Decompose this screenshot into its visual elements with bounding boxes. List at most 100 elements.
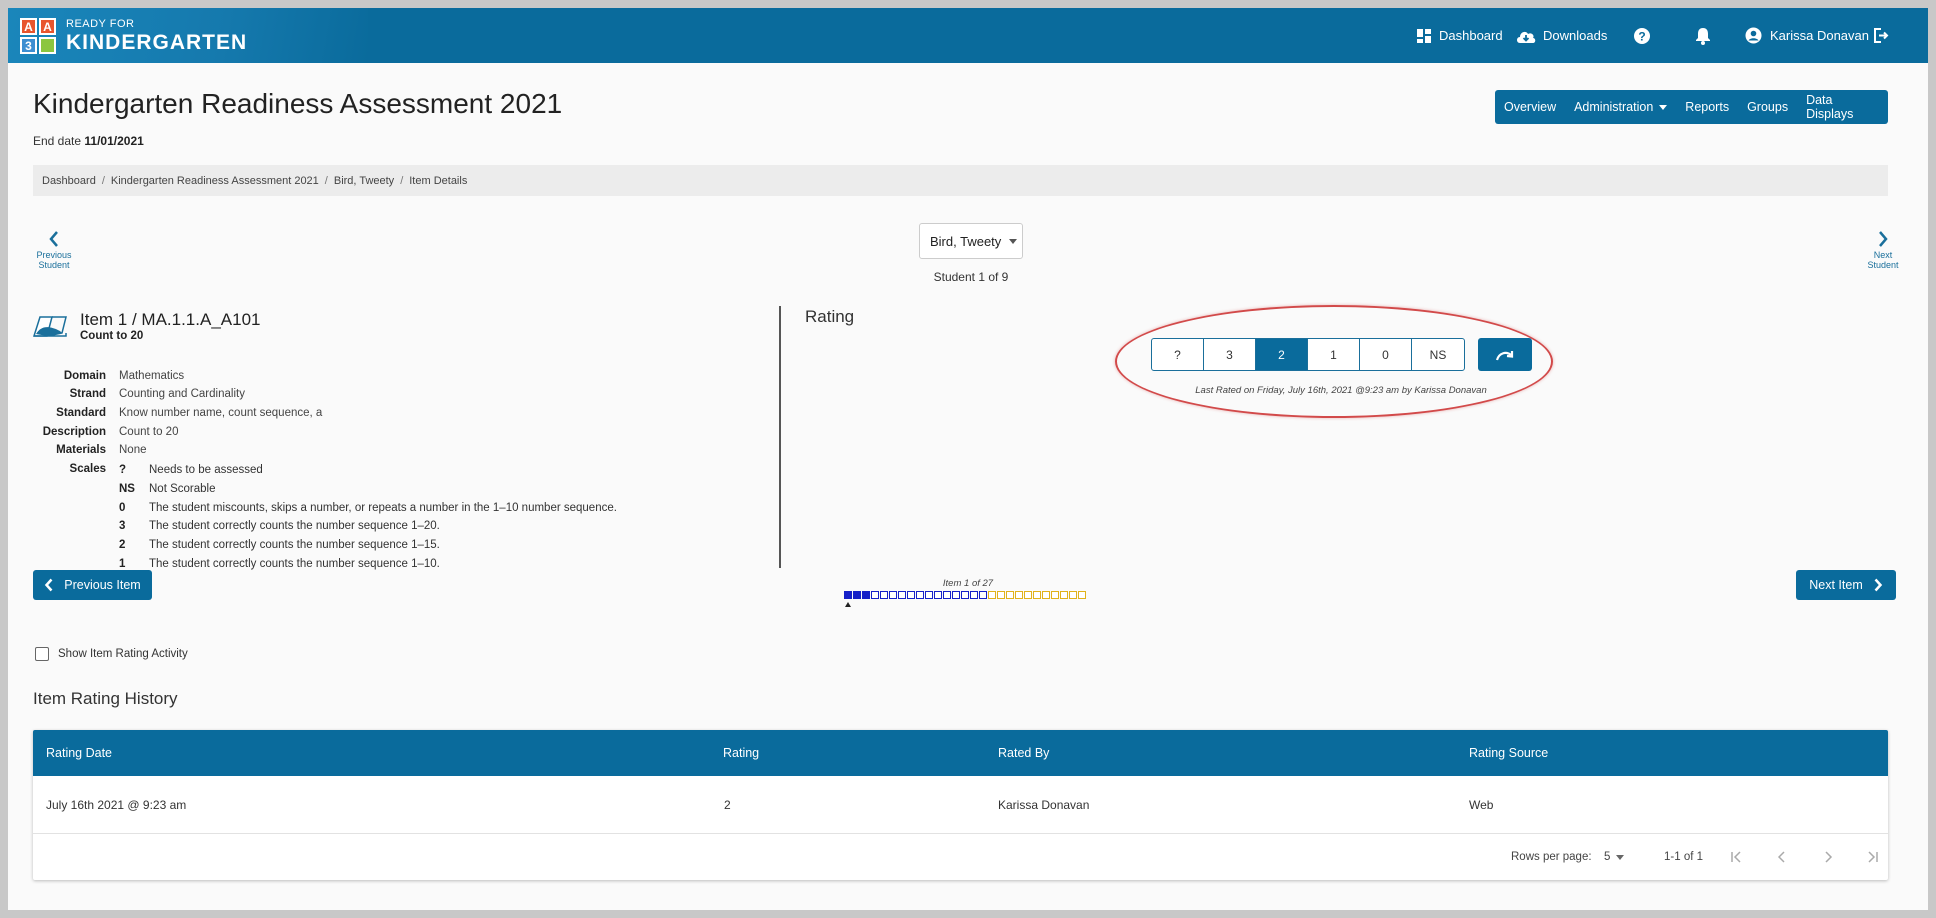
chevron-down-icon [1616, 854, 1625, 860]
column-header[interactable]: Rating Source [1469, 730, 1548, 776]
progress-item-square[interactable] [871, 591, 879, 599]
progress-item-square[interactable] [997, 591, 1005, 599]
vertical-divider [779, 306, 781, 568]
rating-title: Rating [805, 307, 855, 326]
rating-option-1[interactable]: 1 [1308, 339, 1360, 370]
progress-item-square[interactable] [1051, 591, 1059, 599]
strand-row: Strand Counting and Cardinality [69, 388, 245, 400]
progress-item-square[interactable] [1042, 591, 1050, 599]
logo-big-text: KINDERGARTEN [66, 31, 248, 54]
groups-button[interactable]: Groups [1738, 100, 1797, 114]
next-page-button[interactable] [1823, 834, 1833, 880]
progress-item-square[interactable] [979, 591, 987, 599]
logo-blocks-icon: A A 3 [20, 18, 58, 54]
scale-row: 1 The student correctly counts the number… [119, 558, 440, 570]
user-avatar-icon [1745, 27, 1762, 44]
item-count: Item 1 of 27 [942, 578, 994, 589]
progress-item-square[interactable] [916, 591, 924, 599]
progress-item-square[interactable] [907, 591, 915, 599]
bell-icon [1696, 27, 1710, 45]
progress-item-square[interactable] [952, 591, 960, 599]
progress-item-square[interactable] [970, 591, 978, 599]
data-displays-button[interactable]: Data Displays [1797, 93, 1888, 121]
overview-button[interactable]: Overview [1495, 100, 1565, 114]
progress-item-square[interactable] [898, 591, 906, 599]
progress-item-square[interactable] [934, 591, 942, 599]
dashboard-link[interactable]: Dashboard [1416, 8, 1503, 63]
previous-page-button[interactable] [1777, 834, 1787, 880]
breadcrumb-assessment[interactable]: Kindergarten Readiness Assessment 2021 [111, 175, 319, 187]
progress-item-square[interactable] [853, 591, 861, 599]
progress-item-square[interactable] [988, 591, 996, 599]
cloud-download-icon [1517, 31, 1536, 43]
table-cell: July 16th 2021 @ 9:23 am [46, 797, 187, 812]
progress-item-square[interactable] [1006, 591, 1014, 599]
standard-row: Standard Know number name, count sequence… [56, 407, 323, 419]
help-button[interactable]: ? [1633, 8, 1651, 63]
administration-dropdown[interactable]: Administration [1565, 100, 1676, 114]
progress-item-square[interactable] [1078, 591, 1086, 599]
progress-item-square[interactable] [1060, 591, 1068, 599]
table-cell: Web [1469, 797, 1494, 812]
rating-option-2[interactable]: 2 [1256, 339, 1308, 370]
next-item-button[interactable]: Next Item [1796, 570, 1896, 600]
page-range: 1-1 of 1 [1664, 851, 1703, 863]
progress-item-square[interactable] [889, 591, 897, 599]
breadcrumb-student[interactable]: Bird, Tweety [334, 175, 394, 187]
breadcrumb-dashboard[interactable]: Dashboard [42, 175, 96, 187]
progress-item-square[interactable] [961, 591, 969, 599]
history-title: Item Rating History [33, 689, 178, 708]
chevron-left-icon [1777, 851, 1785, 863]
page-title: Kindergarten Readiness Assessment 2021 [33, 88, 563, 119]
checkbox-icon [35, 647, 49, 661]
progress-item-square[interactable] [1015, 591, 1023, 599]
materials-row: Materials None [56, 444, 147, 456]
previous-student-button[interactable]: Previous Student [29, 230, 79, 270]
progress-item-square[interactable] [1069, 591, 1077, 599]
column-header[interactable]: Rating [723, 730, 759, 776]
logout-button[interactable] [1872, 8, 1889, 63]
svg-text:?: ? [1638, 29, 1645, 43]
top-bar: A A 3 READY FOR KINDERGARTEN Dashboard D… [8, 8, 1928, 63]
description-row: Description Count to 20 [42, 426, 179, 438]
progress-item-square[interactable] [880, 591, 888, 599]
progress-item-square[interactable] [925, 591, 933, 599]
rows-per-page-select[interactable]: 5 [1604, 834, 1625, 880]
previous-item-button[interactable]: Previous Item [33, 570, 152, 600]
table-pagination: Rows per page: 5 1-1 of 1 [33, 834, 1888, 880]
scale-row: NS Not Scorable [119, 483, 216, 495]
column-header[interactable]: Rating Date [46, 730, 112, 776]
column-header[interactable]: Rated By [998, 730, 1049, 776]
logo-small-text: READY FOR [66, 18, 135, 30]
last-page-icon [1868, 851, 1878, 863]
downloads-link[interactable]: Downloads [1515, 8, 1607, 63]
show-activity-checkbox[interactable]: Show Item Rating Activity [35, 647, 188, 661]
scale-row: ? Needs to be assessed [119, 464, 263, 476]
rating-option-0[interactable]: 0 [1360, 339, 1412, 370]
reports-button[interactable]: Reports [1676, 100, 1738, 114]
chevron-right-icon [1874, 578, 1882, 592]
table-row: July 16th 2021 @ 9:23 am 2 Karissa Donav… [33, 776, 1888, 834]
end-date: End date 11/01/2021 [33, 134, 144, 148]
student-select[interactable]: Bird, Tweety [919, 223, 1023, 259]
progress-item-square[interactable] [844, 591, 852, 599]
table-cell: Karissa Donavan [998, 797, 1090, 812]
rating-option-ns[interactable]: NS [1412, 339, 1464, 370]
progress-item-square[interactable] [1024, 591, 1032, 599]
progress-item-square[interactable] [1033, 591, 1041, 599]
last-page-button[interactable] [1865, 834, 1879, 880]
rating-option-3[interactable]: 3 [1204, 339, 1256, 370]
rating-option-unknown[interactable]: ? [1152, 339, 1204, 370]
progress-item-square[interactable] [943, 591, 951, 599]
chevron-left-icon [49, 231, 58, 247]
progress-item-square[interactable] [862, 591, 870, 599]
rating-button-group: ? 3 2 1 0 NS [1151, 338, 1465, 371]
user-menu[interactable]: Karissa Donavan [1745, 8, 1869, 63]
chevron-right-icon [1825, 851, 1833, 863]
next-student-button[interactable]: Next Student [1858, 230, 1908, 270]
first-page-button[interactable] [1730, 834, 1744, 880]
notifications-button[interactable] [1695, 8, 1711, 63]
redo-button[interactable] [1478, 338, 1532, 371]
chevron-down-icon [1659, 104, 1668, 110]
app-logo[interactable]: A A 3 READY FOR KINDERGARTEN [20, 18, 247, 54]
